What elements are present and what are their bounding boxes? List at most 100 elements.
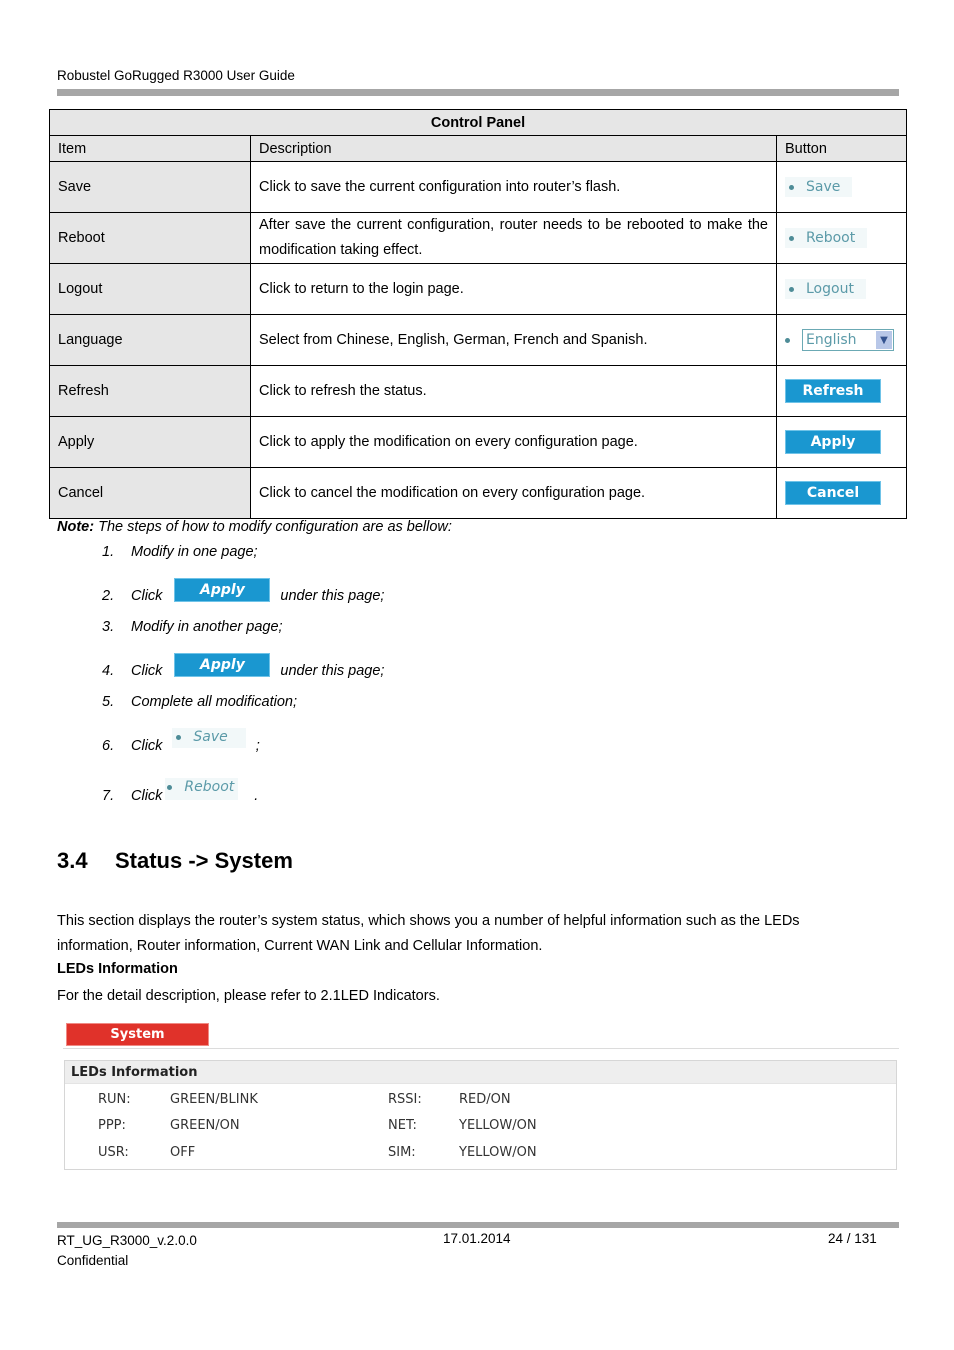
refresh-button[interactable]: Refresh (785, 379, 881, 403)
bullet-icon (789, 184, 794, 190)
apply-button-inline[interactable]: Apply (174, 653, 271, 677)
row-description: Click to refresh the status. (250, 365, 777, 417)
row-item: Reboot (49, 212, 251, 264)
language-control: English ▼ (785, 329, 894, 351)
chevron-down-icon[interactable]: ▼ (876, 331, 892, 349)
led-label-run: RUN: (98, 1092, 131, 1107)
row-button-cell: Refresh (775, 365, 908, 417)
led-label-sim: SIM: (388, 1145, 416, 1160)
table-row: Refresh Click to refresh the status. Ref… (49, 365, 908, 417)
bullet-icon (789, 235, 794, 241)
row-item: Logout (49, 263, 251, 315)
led-value-run: GREEN/BLINK (170, 1092, 258, 1107)
logout-link-button[interactable]: Logout (785, 279, 866, 299)
led-label-net: NET: (388, 1118, 417, 1133)
step-item: 3. Modify in another page; (102, 619, 283, 635)
step-number: 2. (102, 588, 115, 604)
bullet-icon (785, 337, 790, 343)
led-value-sim: YELLOW/ON (459, 1145, 537, 1160)
section-title: Status -> System (115, 848, 293, 873)
bullet-icon (789, 286, 794, 292)
step-text: Click (131, 788, 163, 804)
footer-rule (57, 1222, 899, 1228)
row-button-cell: Logout (775, 263, 908, 315)
step-number: 5. (102, 694, 115, 710)
save-label: Save (193, 729, 228, 745)
row-item: Save (49, 161, 251, 213)
led-label-rssi: RSSI: (388, 1092, 422, 1107)
footer-confidential: Confidential (57, 1253, 129, 1268)
row-description: Click to apply the modification on every… (250, 416, 777, 468)
apply-button-inline[interactable]: Apply (174, 578, 271, 602)
led-label-ppp: PPP: (98, 1118, 126, 1133)
step-text: Modify in another page; (131, 619, 283, 635)
table-row: Logout Click to return to the login page… (49, 263, 908, 315)
step-text: Click (131, 588, 163, 604)
logout-label: Logout (806, 281, 854, 297)
section-number: 3.4 (57, 848, 88, 873)
reboot-label: Reboot (806, 230, 856, 246)
language-select[interactable]: English ▼ (802, 329, 894, 351)
row-button-cell: Apply (775, 416, 908, 468)
bullet-icon (167, 784, 173, 790)
reboot-link-button[interactable]: Reboot (785, 228, 868, 248)
row-button-cell: English ▼ (775, 314, 908, 366)
note-label: Note: (57, 519, 95, 535)
tab-divider (63, 1048, 899, 1049)
row-button-cell: Save (775, 161, 908, 213)
column-header-description: Description (250, 135, 777, 162)
table-row: Apply Click to apply the modification on… (49, 416, 908, 468)
reboot-label: Reboot (184, 779, 235, 795)
led-value-net: YELLOW/ON (459, 1118, 537, 1133)
leds-reference-text: For the detail description, please refer… (57, 988, 440, 1004)
step-text: Click (131, 738, 163, 754)
leds-information-panel: LEDs Information RUN: GREEN/BLINK PPP: G… (64, 1060, 897, 1170)
bullet-icon (176, 734, 182, 740)
language-selected-value: English (806, 332, 857, 348)
footer-date: 17.01.2014 (443, 1231, 511, 1246)
step-item: 7. Click Reboot . (102, 778, 258, 804)
step-item: 4. Click Apply under this page; (102, 653, 384, 679)
step-text: Modify in one page; (131, 544, 258, 560)
led-label-usr: USR: (98, 1145, 129, 1160)
step-after-text: under this page; (280, 663, 385, 679)
row-description: Click to return to the login page. (250, 263, 777, 315)
row-description: Click to cancel the modification on ever… (250, 467, 777, 519)
row-description: Select from Chinese, English, German, Fr… (250, 314, 777, 366)
save-label: Save (806, 179, 841, 195)
step-item: 1. Modify in one page; (102, 544, 258, 560)
row-item: Apply (49, 416, 251, 468)
control-panel-table: Control Panel Item Description Button Sa… (48, 109, 908, 519)
step-number: 6. (102, 738, 115, 754)
step-after-text: . (254, 788, 259, 804)
note-body: The steps of how to modify configuration… (94, 519, 452, 535)
save-link-button-inline[interactable]: Save (172, 728, 246, 748)
footer-left: RT_UG_R3000_v.2.0.0 Confidential (57, 1231, 197, 1271)
table-title: Control Panel (48, 109, 908, 136)
step-number: 7. (102, 788, 115, 804)
reboot-link-button-inline[interactable]: Reboot (165, 778, 239, 800)
subheading-leds-information: LEDs Information (57, 961, 178, 977)
column-header-button: Button (775, 135, 908, 162)
section-heading: 3.4 Status -> System (57, 848, 293, 874)
footer-page-number: 24 / 131 (828, 1231, 877, 1246)
row-description: Click to save the current configuration … (250, 161, 777, 213)
cancel-button[interactable]: Cancel (785, 481, 881, 505)
led-value-usr: OFF (170, 1145, 196, 1160)
table-row: Language Select from Chinese, English, G… (49, 314, 908, 366)
step-after-text: under this page; (280, 588, 385, 604)
document-header-title: Robustel GoRugged R3000 User Guide (57, 68, 295, 83)
step-item: 2. Click Apply under this page; (102, 578, 384, 604)
system-tab[interactable]: System (66, 1023, 209, 1046)
led-value-ppp: GREEN/ON (170, 1118, 240, 1133)
table-row: Save Click to save the current configura… (49, 161, 908, 213)
header-rule (57, 89, 899, 96)
step-number: 3. (102, 619, 115, 635)
step-number: 4. (102, 663, 115, 679)
step-text: Click (131, 663, 163, 679)
row-description: After save the current configuration, ro… (250, 212, 777, 264)
save-link-button[interactable]: Save (785, 177, 853, 197)
apply-button[interactable]: Apply (785, 430, 881, 454)
column-header-item: Item (49, 135, 251, 162)
step-number: 1. (102, 544, 115, 560)
